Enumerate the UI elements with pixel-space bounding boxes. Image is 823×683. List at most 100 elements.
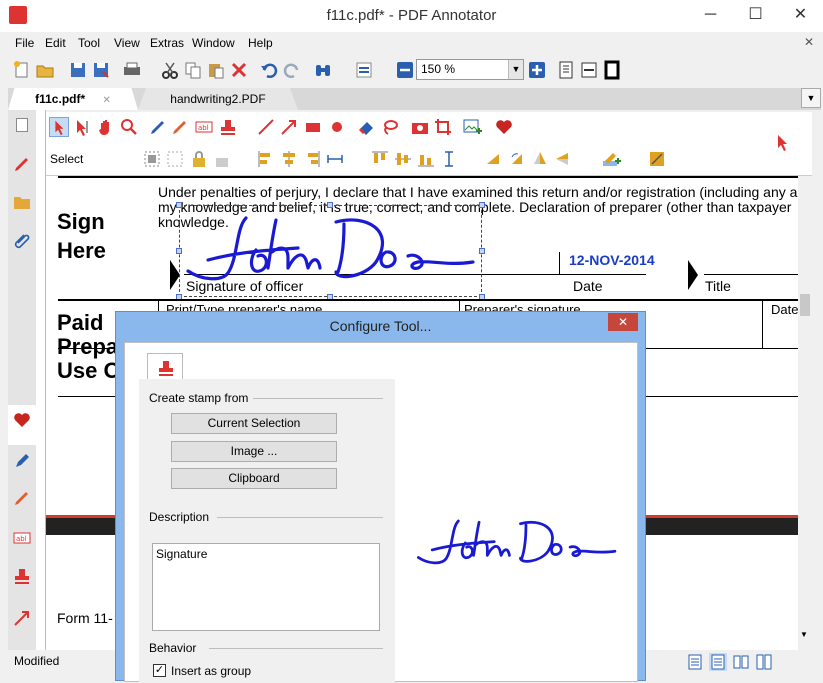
maximize-button[interactable]: ☐	[733, 0, 778, 30]
favorites-heart-icon[interactable]	[494, 117, 514, 137]
tab-close-icon[interactable]: ✕	[102, 95, 110, 106]
add-to-favorites-icon[interactable]	[601, 149, 621, 169]
pen-icon[interactable]	[12, 154, 32, 174]
fit-width-icon[interactable]	[579, 60, 599, 80]
paste-icon[interactable]	[206, 60, 226, 80]
pen-tool-icon[interactable]	[148, 117, 168, 137]
insert-image-icon[interactable]	[462, 117, 482, 137]
ungroup-icon[interactable]	[165, 149, 185, 169]
typewriter-icon[interactable]: abl	[194, 117, 214, 137]
find-icon[interactable]	[313, 60, 333, 80]
lasso-icon[interactable]	[380, 117, 400, 137]
folder-icon[interactable]	[12, 192, 32, 212]
hand-icon[interactable]	[96, 117, 116, 137]
arrow-icon[interactable]	[12, 608, 32, 628]
group-icon[interactable]	[142, 149, 162, 169]
image-button[interactable]: Image ...	[171, 441, 337, 462]
chevron-down-icon[interactable]: ▼	[508, 60, 523, 79]
resize-handle[interactable]	[327, 202, 333, 208]
menu-file[interactable]: File	[15, 36, 34, 50]
copy-icon[interactable]	[183, 60, 203, 80]
line-icon[interactable]	[256, 117, 276, 137]
save-as-icon[interactable]	[91, 60, 111, 80]
cut-icon[interactable]	[160, 60, 180, 80]
delete-icon[interactable]	[229, 60, 249, 80]
ellipse-icon[interactable]	[327, 117, 347, 137]
scroll-down-icon[interactable]: ▼	[800, 630, 808, 639]
redo-icon[interactable]	[282, 60, 302, 80]
page-icon[interactable]	[16, 118, 28, 132]
minimize-button[interactable]: ─	[688, 0, 733, 30]
two-page-continuous-icon[interactable]	[755, 653, 773, 671]
flip-vertical-icon[interactable]	[530, 149, 550, 169]
align-right-icon[interactable]	[302, 149, 322, 169]
tab-f11c[interactable]: f11c.pdf* ✕	[8, 88, 138, 110]
fit-page-icon[interactable]	[556, 60, 576, 80]
properties-icon[interactable]	[354, 60, 374, 80]
highlighter-tool-icon[interactable]	[170, 117, 190, 137]
resize-handle[interactable]	[176, 202, 182, 208]
align-middle-icon[interactable]	[393, 149, 413, 169]
select-arrow-icon[interactable]	[49, 117, 69, 137]
single-page-icon[interactable]	[686, 653, 704, 671]
menu-help[interactable]: Help	[248, 36, 273, 50]
menu-edit[interactable]: Edit	[45, 36, 66, 50]
dialog-close-button[interactable]: ✕	[608, 313, 638, 331]
lock-icon[interactable]	[189, 149, 209, 169]
zoom-select[interactable]: 150 % ▼	[416, 59, 524, 80]
menu-extras[interactable]: Extras	[150, 36, 184, 50]
fullscreen-icon[interactable]	[602, 60, 622, 80]
stamp-tab[interactable]	[147, 353, 183, 381]
text-field-icon[interactable]: abl	[12, 528, 32, 548]
resize-handle[interactable]	[176, 248, 182, 254]
select-text-icon[interactable]	[73, 117, 93, 137]
highlighter-icon[interactable]	[12, 488, 32, 508]
crop-icon[interactable]	[433, 117, 453, 137]
stamp-icon[interactable]	[12, 566, 32, 586]
flip-horizontal-icon[interactable]	[553, 149, 573, 169]
rotate-right-icon[interactable]	[507, 149, 527, 169]
current-selection-button[interactable]: Current Selection	[171, 413, 337, 434]
favorites-heart-icon[interactable]	[12, 410, 32, 430]
insert-as-group-checkbox[interactable]: ✓	[153, 664, 166, 677]
menu-tool[interactable]: Tool	[78, 36, 100, 50]
same-width-icon[interactable]	[325, 149, 345, 169]
align-left-icon[interactable]	[256, 149, 276, 169]
zoom-in-icon[interactable]	[527, 60, 547, 80]
open-icon[interactable]	[35, 60, 55, 80]
unlock-icon[interactable]	[212, 149, 232, 169]
menu-view[interactable]: View	[114, 36, 140, 50]
attachment-icon[interactable]	[12, 230, 32, 250]
rotate-left-icon[interactable]	[484, 149, 504, 169]
edit-annotation-icon[interactable]	[647, 149, 667, 169]
vertical-scrollbar[interactable]: ▼	[798, 176, 812, 650]
marker-icon[interactable]	[12, 450, 32, 470]
description-textarea[interactable]: Signature	[152, 543, 380, 631]
camera-icon[interactable]	[410, 117, 430, 137]
scroll-thumb[interactable]	[800, 294, 810, 316]
close-document-icon[interactable]: ✕	[804, 35, 814, 49]
arrow-tool-icon[interactable]	[279, 117, 299, 137]
resize-handle[interactable]	[479, 248, 485, 254]
tab-handwriting2[interactable]: handwriting2.PDF	[138, 88, 298, 110]
align-top-icon[interactable]	[370, 149, 390, 169]
zoom-out-icon[interactable]	[395, 60, 415, 80]
undo-icon[interactable]	[259, 60, 279, 80]
zoom-tool-icon[interactable]	[119, 117, 139, 137]
clipboard-button[interactable]: Clipboard	[171, 468, 337, 489]
eraser-icon[interactable]	[357, 117, 377, 137]
tab-list-dropdown[interactable]: ▼	[801, 88, 821, 108]
stamp-tool-icon[interactable]	[218, 117, 238, 137]
new-icon[interactable]	[12, 60, 32, 80]
align-center-icon[interactable]	[279, 149, 299, 169]
two-page-icon[interactable]	[732, 653, 750, 671]
same-height-icon[interactable]	[439, 149, 459, 169]
continuous-page-icon[interactable]	[709, 653, 727, 671]
close-button[interactable]: ✕	[778, 0, 823, 30]
save-icon[interactable]	[68, 60, 88, 80]
menu-window[interactable]: Window	[192, 36, 235, 50]
align-bottom-icon[interactable]	[416, 149, 436, 169]
print-icon[interactable]	[122, 60, 142, 80]
resize-handle[interactable]	[479, 202, 485, 208]
rectangle-icon[interactable]	[303, 117, 323, 137]
